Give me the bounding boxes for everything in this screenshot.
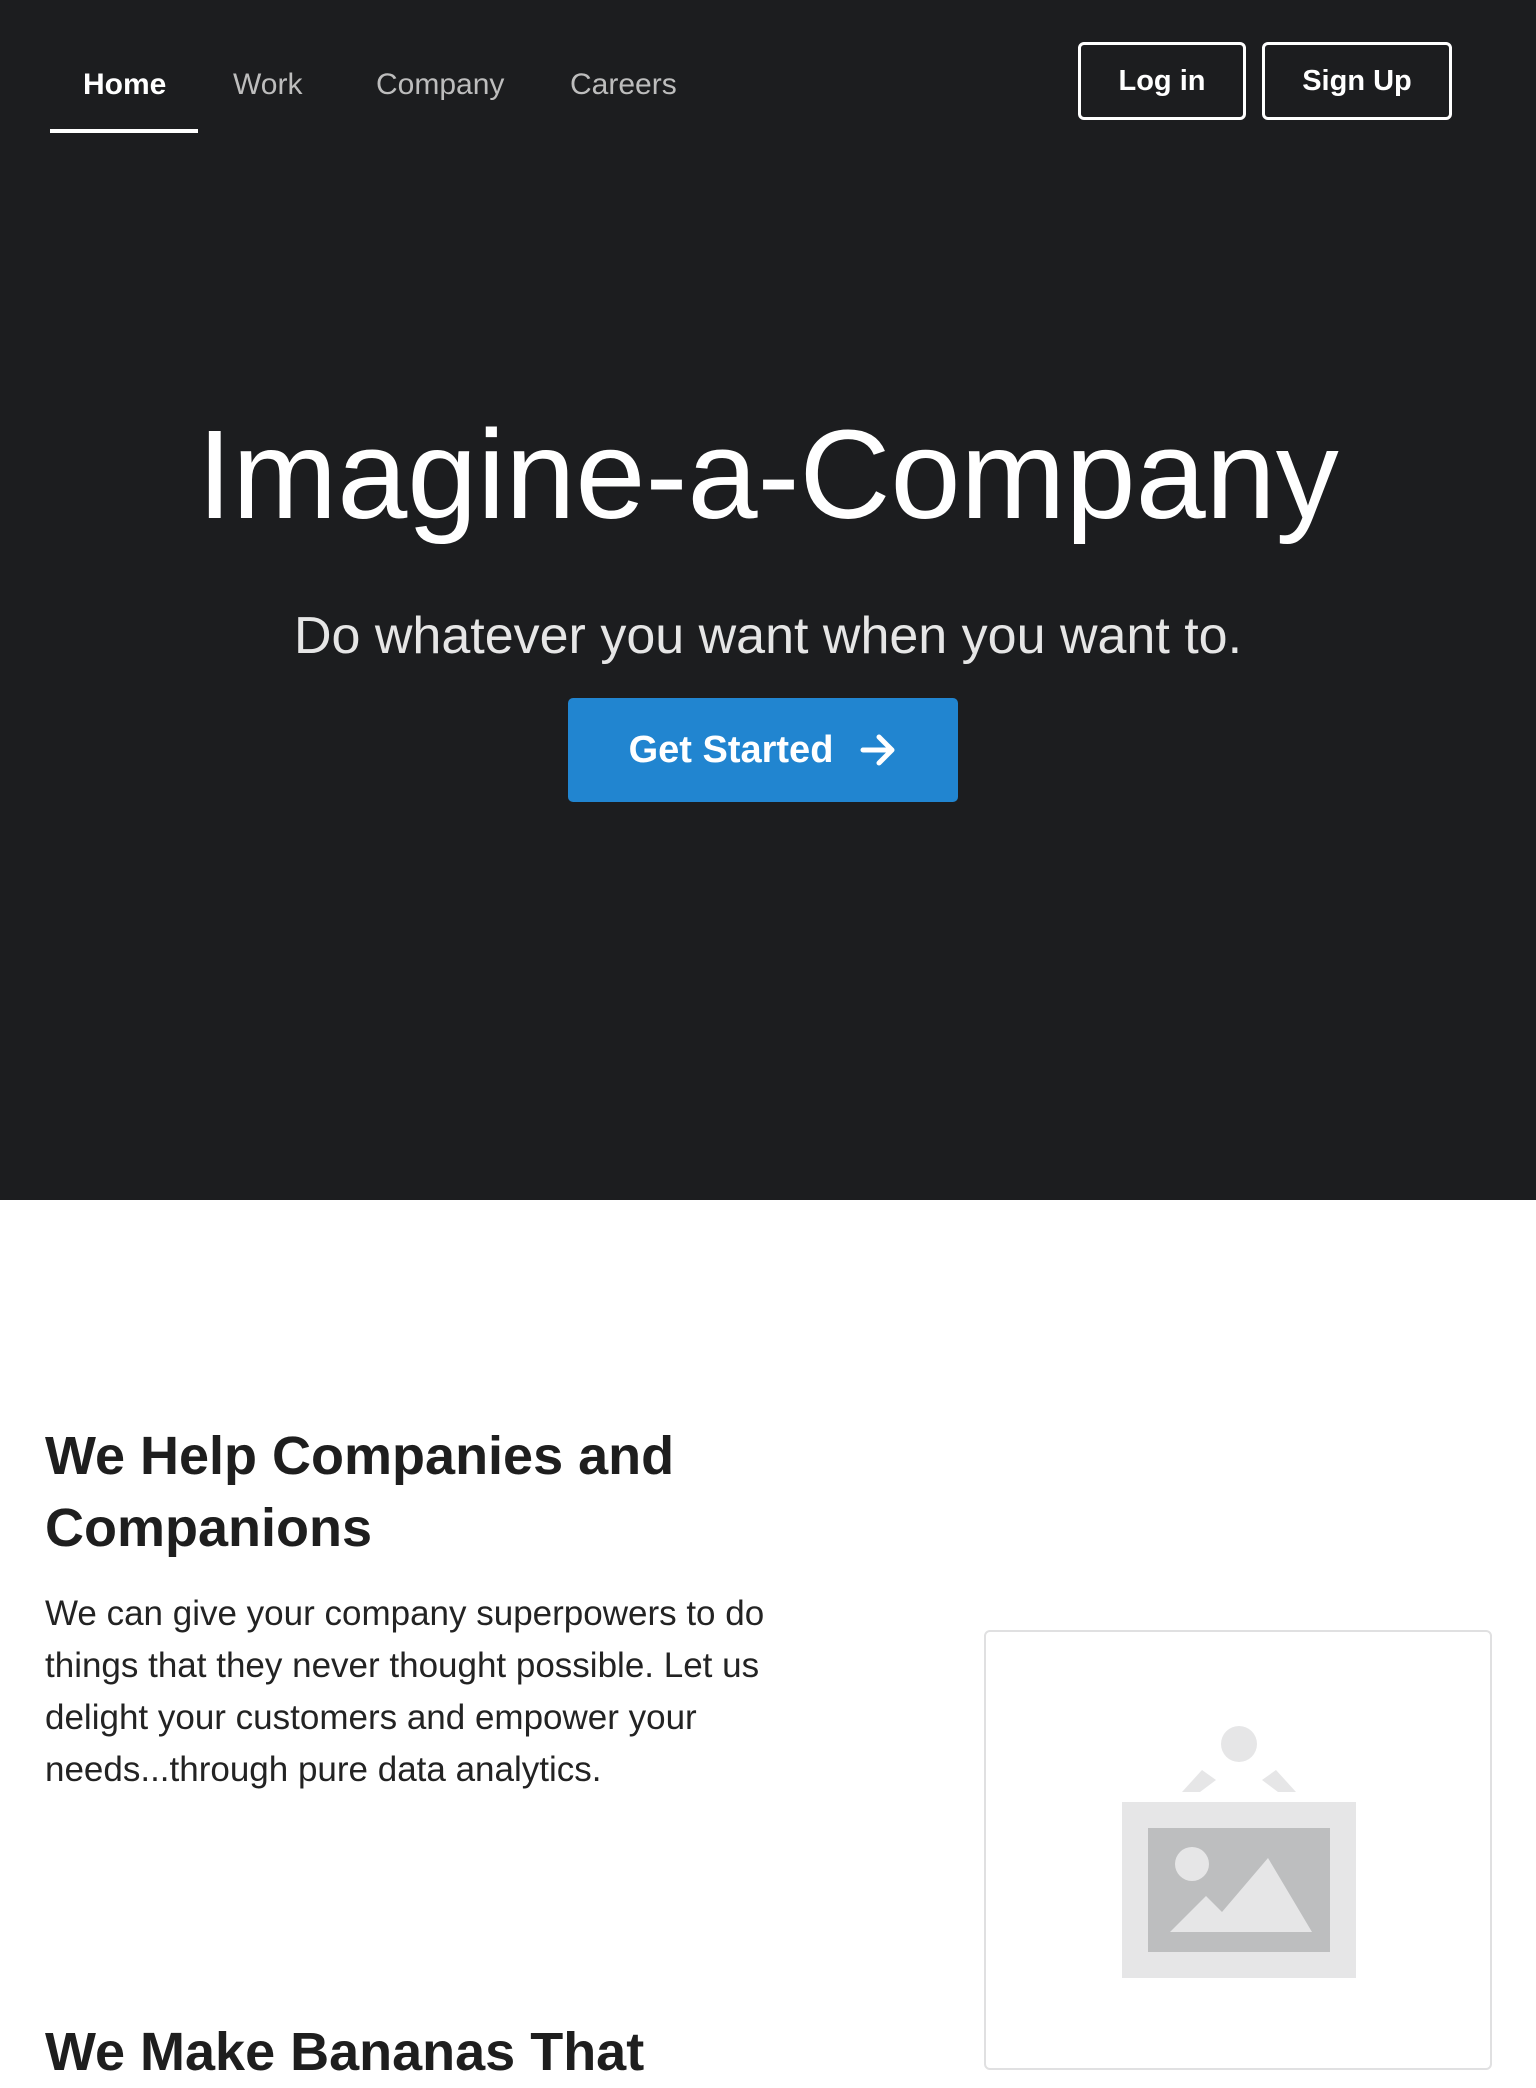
nav-item-careers[interactable]: Careers — [570, 68, 677, 102]
active-nav-indicator — [50, 129, 198, 133]
nav-item-company[interactable]: Company — [376, 68, 504, 102]
nav-item-home[interactable]: Home — [83, 68, 166, 102]
sign-up-button[interactable]: Sign Up — [1262, 42, 1452, 120]
get-started-label: Get Started — [628, 728, 834, 771]
hero-title: Imagine-a-Company — [197, 404, 1339, 545]
arrow-right-icon — [859, 731, 897, 769]
section-title: We Make Bananas That — [45, 2022, 645, 2082]
log-in-button[interactable]: Log in — [1078, 42, 1246, 120]
get-started-button[interactable]: Get Started — [568, 698, 958, 802]
top-navigation: Home Work Company Careers Log in Sign Up — [50, 28, 1486, 134]
nav-item-work[interactable]: Work — [233, 68, 302, 102]
hero-section: Home Work Company Careers Log in Sign Up… — [0, 0, 1536, 1200]
image-placeholder-icon — [1122, 1726, 1356, 1978]
image-card — [984, 1630, 1492, 2070]
section-title: We Help Companies and Companions — [45, 1426, 675, 1558]
hero-subtitle: Do whatever you want when you want to. — [293, 607, 1243, 665]
section-body: We can give your company superpowers to … — [45, 1594, 765, 1789]
